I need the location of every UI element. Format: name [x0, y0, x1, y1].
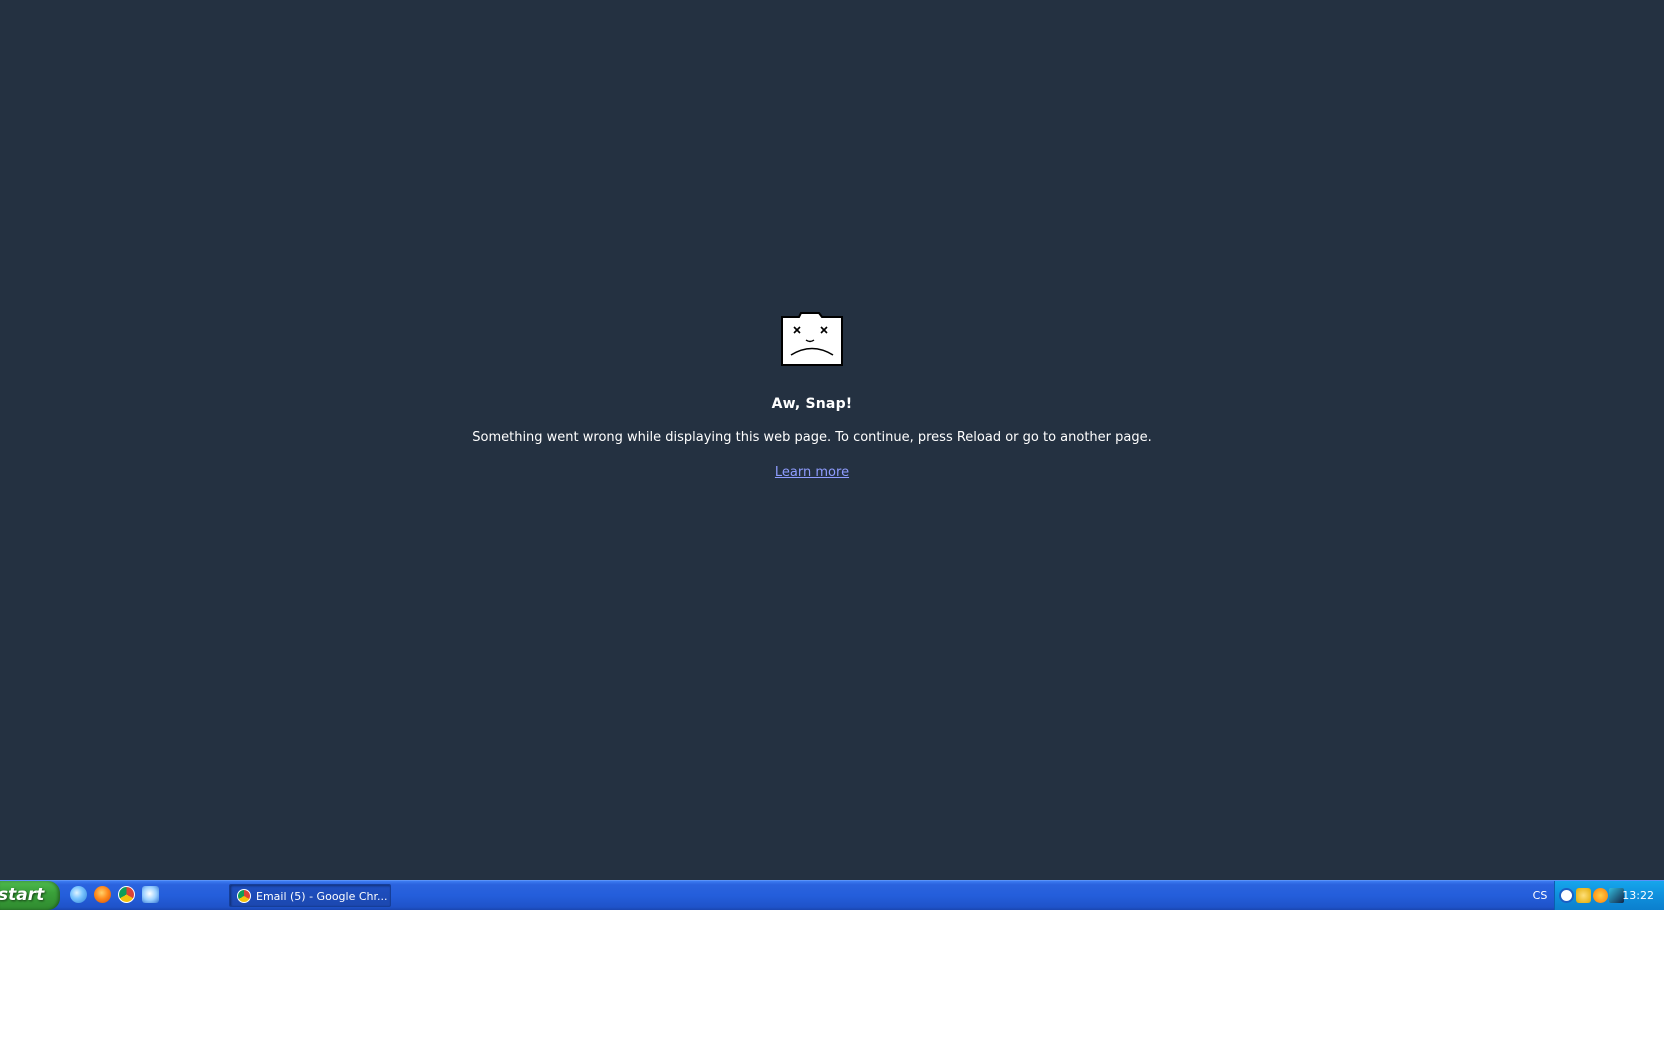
show-desktop-icon[interactable] [142, 886, 159, 903]
sad-tab-icon [781, 312, 843, 366]
quick-launch-bar [70, 886, 159, 906]
security-shield-icon[interactable] [1576, 888, 1591, 903]
chrome-icon [237, 889, 251, 903]
clock[interactable]: 13:22 [1622, 881, 1654, 910]
firefox-icon[interactable] [94, 886, 111, 903]
internet-explorer-icon[interactable] [70, 886, 87, 903]
language-indicator[interactable]: CS [1526, 881, 1554, 910]
chrome-icon[interactable] [118, 886, 135, 903]
crash-message: Aw, Snap! Something went wrong while dis… [0, 310, 1624, 480]
chevron-left-icon[interactable] [1559, 888, 1574, 903]
start-button[interactable]: start [0, 881, 60, 910]
error-message: Something went wrong while displaying th… [472, 430, 1152, 445]
taskbar: start Email (5) - Google Chr... CS 13:22 [0, 880, 1664, 910]
error-title: Aw, Snap! [771, 396, 853, 412]
system-tray: 13:22 [1554, 881, 1664, 910]
taskbar-window-button[interactable]: Email (5) - Google Chr... [229, 884, 391, 907]
browser-page: Aw, Snap! Something went wrong while dis… [0, 0, 1664, 880]
screen: Aw, Snap! Something went wrong while dis… [0, 0, 1664, 910]
learn-more-link[interactable]: Learn more [775, 465, 849, 480]
window-button-label: Email (5) - Google Chr... [256, 890, 388, 903]
sun-icon[interactable] [1593, 888, 1608, 903]
